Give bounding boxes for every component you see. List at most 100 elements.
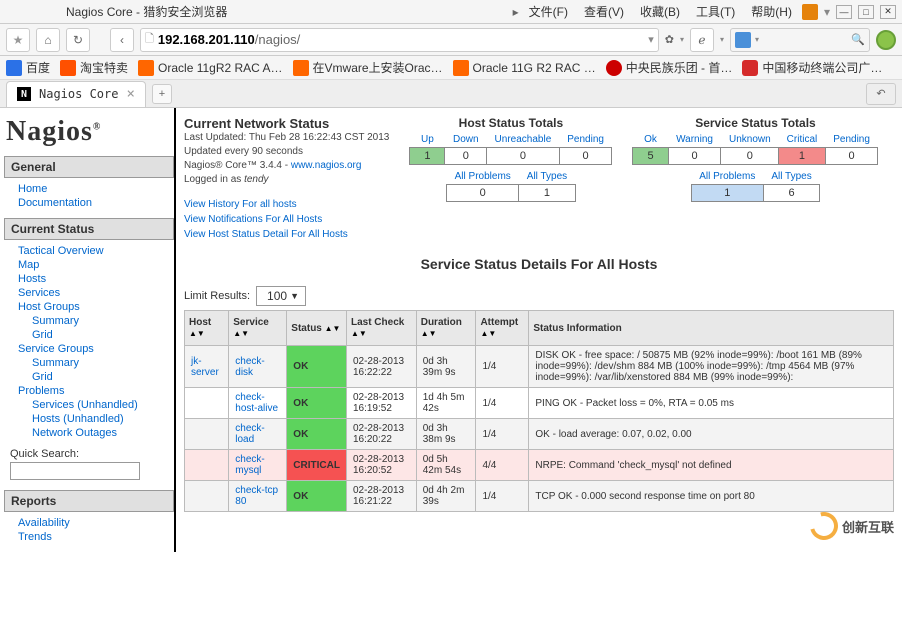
link-hosts-unhandled[interactable]: Hosts (Unhandled) [32, 412, 174, 426]
bookmark-taobao[interactable]: 淘宝特卖 [60, 59, 128, 76]
menu-tools[interactable]: 工具(T) [696, 3, 735, 20]
address-bar[interactable]: 🗋 192.168.201.110/nagios/ ▾ [140, 28, 659, 52]
svc-ok-header[interactable]: Ok [644, 134, 657, 145]
host-up-count[interactable]: 1 [410, 148, 445, 165]
service-link[interactable]: check-load [235, 423, 264, 445]
settings-dropdown-icon[interactable]: ▾ [680, 35, 684, 44]
link-services-unhandled[interactable]: Services (Unhandled) [32, 398, 174, 412]
col-attempt[interactable]: Attempt ▲▼ [476, 311, 529, 346]
link-sg-grid[interactable]: Grid [32, 370, 174, 384]
col-status[interactable]: Status ▲▼ [287, 311, 347, 346]
sort-icon[interactable]: ▲▼ [351, 329, 367, 338]
limit-select[interactable]: 100 ▼ [256, 286, 306, 306]
sort-icon[interactable]: ▲▼ [421, 329, 437, 338]
search-icon[interactable]: 🔍 [851, 33, 865, 46]
host-alltypes-count[interactable]: 1 [519, 185, 575, 202]
link-documentation[interactable]: Documentation [18, 196, 174, 210]
search-dropdown-icon[interactable]: ▾ [755, 35, 759, 44]
host-allproblems-count[interactable]: 0 [447, 185, 519, 202]
service-link[interactable]: check-tcp 80 [235, 485, 278, 507]
svc-unknown-header[interactable]: Unknown [729, 134, 771, 145]
search-engine-icon[interactable] [735, 32, 751, 48]
back-button[interactable]: ‹ [110, 28, 134, 52]
history-button[interactable]: ↶ [866, 83, 896, 105]
col-lastcheck[interactable]: Last Check ▲▼ [346, 311, 416, 346]
link-view-notifications[interactable]: View Notifications For All Hosts [184, 212, 389, 227]
menu-help[interactable]: 帮助(H) [751, 3, 792, 20]
svc-allproblems-header[interactable]: All Problems [699, 171, 755, 182]
quick-search-input[interactable] [10, 462, 140, 480]
new-tab-button[interactable]: + [152, 84, 172, 104]
host-allproblems-header[interactable]: All Problems [455, 171, 511, 182]
col-host[interactable]: Host ▲▼ [185, 311, 229, 346]
bookmark-music[interactable]: 中央民族乐团 - 首… [606, 59, 733, 76]
link-view-history[interactable]: View History For all hosts [184, 197, 389, 212]
link-map[interactable]: Map [18, 258, 174, 272]
link-network-outages[interactable]: Network Outages [32, 426, 174, 440]
host-down-count[interactable]: 0 [445, 148, 487, 165]
host-alltypes-header[interactable]: All Types [527, 171, 567, 182]
bookmark-vmware[interactable]: 在Vmware上安装Orac… [293, 59, 443, 76]
svc-ok-count[interactable]: 5 [633, 148, 668, 165]
service-link[interactable]: check-mysql [235, 454, 264, 476]
nagios-link[interactable]: www.nagios.org [291, 160, 362, 171]
host-unreachable-header[interactable]: Unreachable [495, 134, 552, 145]
sort-icon[interactable]: ▲▼ [325, 324, 341, 333]
menu-bookmarks[interactable]: 收藏(B) [640, 3, 680, 20]
link-hg-summary[interactable]: Summary [32, 314, 174, 328]
svc-pending-header[interactable]: Pending [833, 134, 870, 145]
svc-unknown-count[interactable]: 0 [721, 148, 779, 165]
col-service[interactable]: Service ▲▼ [229, 311, 287, 346]
svc-critical-count[interactable]: 1 [779, 148, 826, 165]
refresh-button[interactable]: ↻ [66, 28, 90, 52]
service-link[interactable]: check-disk [235, 356, 264, 378]
settings-icon[interactable]: ✿ [665, 33, 674, 46]
link-servicegroups[interactable]: Service Groups [18, 342, 174, 356]
host-pending-count[interactable]: 0 [559, 148, 612, 165]
link-view-host-detail[interactable]: View Host Status Detail For All Hosts [184, 227, 389, 242]
sort-icon[interactable]: ▲▼ [189, 329, 205, 338]
dropdown-icon[interactable]: ▾ [824, 5, 830, 19]
sort-icon[interactable]: ▲▼ [480, 329, 496, 338]
col-statusinfo[interactable]: Status Information [529, 311, 894, 346]
link-problems[interactable]: Problems [18, 384, 174, 398]
host-link[interactable]: jk-server [191, 356, 219, 378]
svc-pending-count[interactable]: 0 [825, 148, 878, 165]
link-hg-grid[interactable]: Grid [32, 328, 174, 342]
home-button[interactable]: ⌂ [36, 28, 60, 52]
favorite-button[interactable]: ★ [6, 28, 30, 52]
sort-icon[interactable]: ▲▼ [233, 329, 249, 338]
menu-arrow-icon[interactable]: ▸ [513, 5, 519, 19]
liebao-icon[interactable] [876, 30, 896, 50]
svc-allproblems-count[interactable]: 1 [691, 185, 763, 202]
svc-warning-count[interactable]: 0 [668, 148, 721, 165]
tab-nagios[interactable]: N Nagios Core × [6, 81, 146, 107]
menu-file[interactable]: 文件(F) [529, 3, 568, 20]
host-down-header[interactable]: Down [453, 134, 479, 145]
bookmark-mobile[interactable]: 中国移动终端公司广… [742, 59, 882, 76]
host-up-header[interactable]: Up [421, 134, 434, 145]
search-box[interactable]: ▾ 🔍 [730, 28, 870, 52]
svc-warning-header[interactable]: Warning [676, 134, 713, 145]
compat-button[interactable]: ℯ [690, 28, 714, 52]
compat-dropdown-icon[interactable]: ▾ [720, 35, 724, 44]
maximize-button[interactable]: □ [858, 5, 874, 19]
service-link[interactable]: check-host-alive [235, 392, 278, 414]
bookmark-baidu[interactable]: 百度 [6, 59, 50, 76]
link-home[interactable]: Home [18, 182, 174, 196]
svc-alltypes-header[interactable]: All Types [771, 171, 811, 182]
bookmark-oracle2[interactable]: Oracle 11G R2 RAC … [453, 60, 596, 76]
host-unreachable-count[interactable]: 0 [487, 148, 560, 165]
minimize-button[interactable]: — [836, 5, 852, 19]
svc-alltypes-count[interactable]: 6 [763, 185, 819, 202]
addr-dropdown-icon[interactable]: ▾ [648, 33, 654, 46]
tab-close-icon[interactable]: × [126, 86, 134, 102]
col-duration[interactable]: Duration ▲▼ [416, 311, 476, 346]
link-hostgroups[interactable]: Host Groups [18, 300, 174, 314]
link-trends[interactable]: Trends [18, 530, 174, 544]
close-button[interactable]: ✕ [880, 5, 896, 19]
link-tactical[interactable]: Tactical Overview [18, 244, 174, 258]
bookmark-oracle1[interactable]: Oracle 11gR2 RAC A… [138, 60, 283, 76]
menu-view[interactable]: 查看(V) [584, 3, 624, 20]
link-sg-summary[interactable]: Summary [32, 356, 174, 370]
